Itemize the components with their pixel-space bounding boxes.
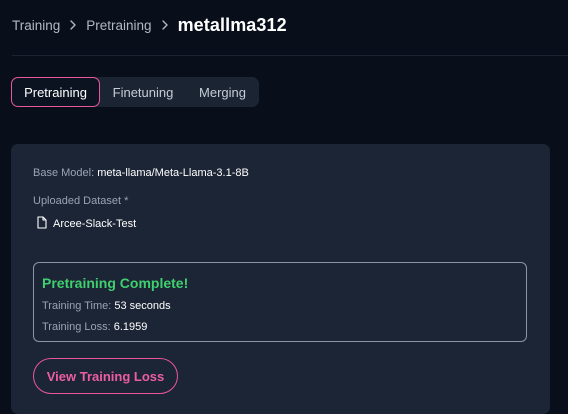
breadcrumb-training[interactable]: Training — [12, 18, 60, 33]
view-training-loss-button[interactable]: View Training Loss — [33, 358, 178, 394]
mode-tabs: Pretraining Finetuning Merging — [11, 77, 259, 107]
chevron-right-icon — [60, 16, 86, 34]
file-icon — [37, 216, 47, 232]
base-model-label: Base Model: — [33, 167, 95, 179]
tab-finetuning[interactable]: Finetuning — [100, 77, 186, 107]
uploaded-dataset-label: Uploaded Dataset * — [33, 195, 128, 207]
training-card: Base Model: meta-llama/Meta-Llama-3.1-8B… — [11, 144, 550, 414]
training-loss-label: Training Loss: — [42, 321, 111, 333]
base-model-value: meta-llama/Meta-Llama-3.1-8B — [97, 167, 249, 179]
training-time-row: Training Time: 53 seconds — [42, 300, 171, 312]
uploaded-dataset-label-text: Uploaded Dataset * — [33, 195, 129, 207]
tab-pretraining[interactable]: Pretraining — [11, 77, 100, 107]
training-loss-row: Training Loss: 6.1959 — [42, 321, 147, 333]
tab-merging[interactable]: Merging — [186, 77, 259, 107]
breadcrumb-pretraining[interactable]: Pretraining — [86, 18, 151, 33]
breadcrumb: Training Pretraining metallma312 — [12, 12, 287, 38]
training-status-box: Pretraining Complete! Training Time: 53 … — [33, 262, 527, 342]
dataset-file-item[interactable]: Arcee-Slack-Test — [37, 216, 136, 232]
training-time-label: Training Time: — [42, 300, 112, 312]
page-title: metallma312 — [177, 14, 287, 35]
base-model-row: Base Model: meta-llama/Meta-Llama-3.1-8B — [33, 167, 249, 179]
status-title: Pretraining Complete! — [42, 275, 189, 291]
training-loss-value: 6.1959 — [113, 321, 148, 333]
training-time-value: 53 seconds — [114, 300, 171, 312]
header-divider — [12, 55, 568, 56]
chevron-right-icon — [152, 16, 178, 34]
dataset-file-name: Arcee-Slack-Test — [53, 218, 137, 230]
